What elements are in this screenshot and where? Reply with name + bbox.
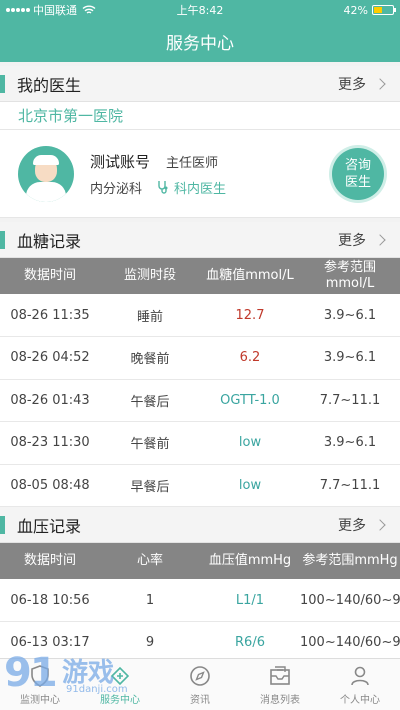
glucose-range-cell: 3.9~6.1 bbox=[323, 350, 377, 366]
glucose-value-cell: low bbox=[238, 477, 262, 493]
consult-label: 咨询医生 bbox=[344, 157, 371, 190]
my-doctor-header: 我的医生 更多 bbox=[0, 66, 400, 102]
glucose-more-button[interactable]: 更多 bbox=[338, 230, 386, 250]
glucose-period-cell: 晚餐前 bbox=[130, 352, 170, 368]
glucose-row[interactable]: 08-26 11:35 睡前 12.7 3.9~6.1 bbox=[0, 294, 400, 337]
more-label: 更多 bbox=[338, 76, 366, 93]
chevron-right-icon bbox=[374, 77, 386, 90]
nav-bar: 服务中心 bbox=[0, 20, 400, 62]
glucose-row[interactable]: 08-26 01:43 午餐后 OGTT-1.0 7.7~11.1 bbox=[0, 379, 400, 422]
column-header: 监测时段 bbox=[123, 268, 176, 283]
glucose-table: 数据时间 监测时段 血糖值mmol/L 参考范围mmol/L 08-26 11:… bbox=[0, 258, 400, 507]
pressure-more-button[interactable]: 更多 bbox=[338, 515, 386, 535]
glucose-value-cell: low bbox=[238, 435, 262, 451]
tab-label: 消息列表 bbox=[260, 694, 300, 706]
column-header: 血压值mmHg bbox=[208, 553, 292, 568]
tab-bar: 监测中心 服务中心 资讯 消息列表 个人中心 bbox=[0, 658, 400, 710]
pressure-table: 数据时间 心率 血压值mmHg 参考范围mmHg 06-18 10:56 1 L1/… bbox=[0, 543, 400, 665]
column-header: 参考范围mmol/L bbox=[323, 260, 376, 291]
pressure-row[interactable]: 06-18 10:56 1 L1/1 100~140/60~90 bbox=[0, 579, 400, 622]
more-label: 更多 bbox=[338, 517, 366, 534]
my-doctor-title: 我的医生 bbox=[17, 75, 82, 95]
column-header: 血糖值mmol/L bbox=[206, 268, 294, 283]
column-header: 参考范围mmHg bbox=[302, 553, 398, 568]
chevron-right-icon bbox=[374, 518, 386, 531]
tab-label: 资讯 bbox=[190, 694, 210, 706]
glucose-value-cell: 6.2 bbox=[239, 350, 261, 366]
status-bar: 中国联通 上午8:42 42% bbox=[0, 0, 400, 20]
glucose-row[interactable]: 08-05 08:48 早餐后 low 7.7~11.1 bbox=[0, 464, 400, 507]
pressure-table-header: 数据时间 心率 血压值mmHg 参考范围mmHg bbox=[0, 543, 400, 579]
pressure-range-cell: 100~140/60~90 bbox=[300, 592, 400, 608]
person-icon bbox=[351, 666, 369, 685]
doctor-tag-label: 科内医生 bbox=[174, 181, 227, 197]
shield-icon bbox=[31, 664, 49, 687]
tab-label: 服务中心 bbox=[100, 694, 140, 706]
glucose-time-cell: 08-23 11:30 bbox=[10, 435, 90, 451]
service-icon bbox=[110, 666, 130, 685]
glucose-time-cell: 08-05 08:48 bbox=[10, 477, 90, 493]
glucose-row[interactable]: 08-26 04:52 晚餐前 6.2 3.9~6.1 bbox=[0, 336, 400, 379]
glucose-period-cell: 午餐后 bbox=[130, 394, 170, 410]
glucose-range-cell: 3.9~6.1 bbox=[323, 435, 377, 451]
glucose-period-cell: 午餐前 bbox=[130, 437, 170, 453]
page-title: 服务中心 bbox=[166, 33, 234, 54]
section-accent-bar bbox=[0, 74, 5, 93]
glucose-range-cell: 7.7~11.1 bbox=[319, 477, 381, 493]
pressure-time-cell: 06-18 10:56 bbox=[10, 592, 90, 608]
doctor-name: 测试账号 bbox=[90, 152, 151, 171]
glucose-title: 血糖记录 bbox=[17, 231, 82, 251]
doctor-avatar bbox=[18, 145, 74, 202]
chevron-right-icon bbox=[374, 233, 386, 246]
pressure-title: 血压记录 bbox=[17, 516, 82, 536]
column-header: 心率 bbox=[136, 553, 163, 568]
tab-messages[interactable]: 消息列表 bbox=[240, 659, 320, 710]
more-label: 更多 bbox=[338, 232, 366, 249]
doctor-tag: 科内医生 bbox=[156, 178, 226, 197]
tab-service[interactable]: 服务中心 bbox=[80, 659, 160, 710]
battery-icon bbox=[372, 5, 396, 15]
tab-monitor[interactable]: 监测中心 bbox=[0, 659, 80, 710]
glucose-time-cell: 08-26 01:43 bbox=[10, 392, 90, 408]
pressure-rate-cell: 1 bbox=[145, 592, 155, 608]
tab-news[interactable]: 资讯 bbox=[160, 659, 240, 710]
stethoscope-icon bbox=[158, 181, 168, 194]
tab-label: 监测中心 bbox=[20, 694, 60, 706]
carrier-label: 中国联通 bbox=[33, 4, 77, 17]
glucose-time-cell: 08-26 04:52 bbox=[10, 350, 90, 366]
glucose-table-header: 数据时间 监测时段 血糖值mmol/L 参考范围mmol/L bbox=[0, 258, 400, 294]
glucose-time-cell: 08-26 11:35 bbox=[10, 307, 90, 323]
glucose-period-cell: 早餐后 bbox=[130, 479, 170, 495]
doctor-card[interactable]: 测试账号 主任医师 内分泌科 科内医生 咨询医生 bbox=[0, 130, 400, 218]
compass-icon bbox=[190, 665, 210, 686]
pressure-header: 血压记录 更多 bbox=[0, 507, 400, 543]
doctor-department: 内分泌科 bbox=[90, 181, 143, 197]
my-doctor-more-button[interactable]: 更多 bbox=[338, 74, 386, 94]
glucose-row[interactable]: 08-23 11:30 午餐前 low 3.9~6.1 bbox=[0, 421, 400, 464]
signal-icon bbox=[6, 8, 30, 12]
wifi-icon bbox=[82, 5, 96, 14]
glucose-period-cell: 睡前 bbox=[136, 309, 163, 325]
glucose-range-cell: 3.9~6.1 bbox=[323, 307, 377, 323]
consult-doctor-button[interactable]: 咨询医生 bbox=[332, 147, 384, 200]
hospital-name[interactable]: 北京市第一医院 bbox=[0, 102, 400, 130]
doctor-rank: 主任医师 bbox=[166, 155, 219, 171]
message-icon bbox=[270, 665, 290, 685]
section-accent-bar bbox=[0, 230, 5, 249]
glucose-value-cell: OGTT-1.0 bbox=[220, 392, 280, 408]
column-header: 数据时间 bbox=[23, 268, 76, 283]
glucose-range-cell: 7.7~11.1 bbox=[319, 392, 381, 408]
tab-profile[interactable]: 个人中心 bbox=[320, 659, 400, 710]
section-accent-bar bbox=[0, 515, 5, 534]
tab-label: 个人中心 bbox=[340, 694, 380, 706]
column-header: 数据时间 bbox=[23, 553, 76, 568]
battery-percent: 42% bbox=[343, 3, 368, 17]
glucose-header: 血糖记录 更多 bbox=[0, 222, 400, 258]
glucose-value-cell: 12.7 bbox=[235, 307, 265, 323]
pressure-value-cell: L1/1 bbox=[235, 592, 265, 608]
